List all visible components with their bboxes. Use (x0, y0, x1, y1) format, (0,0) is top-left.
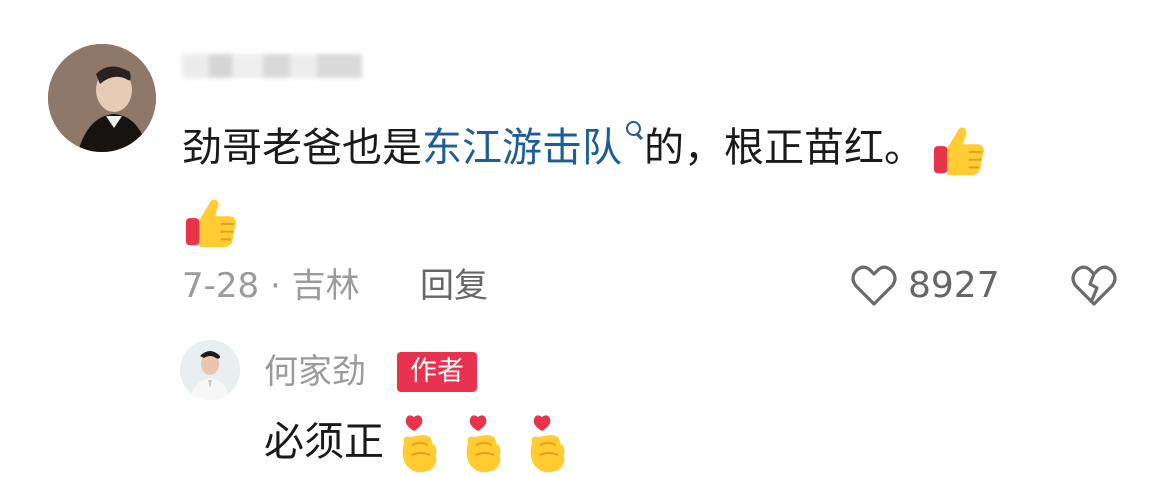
comment-thread: 劲哥老爸也是东江游击队 的，根正苗红。 7-28 · 吉林 回复 8927 何家… (0, 0, 1170, 477)
heart-icon[interactable] (850, 264, 898, 308)
comment-body: 劲哥老爸也是东江游击队 的，根正苗红。 (182, 112, 1122, 256)
heart-hand-icon (520, 413, 576, 475)
heart-hand-icon (392, 413, 448, 475)
author-badge: 作者 (397, 352, 477, 392)
broken-heart-icon[interactable] (1070, 264, 1118, 308)
like-count: 8927 (908, 265, 1000, 306)
search-link[interactable]: 东江游击队 (422, 125, 622, 171)
commenter-username-blurred (182, 54, 362, 78)
reply-body: 必须正 (264, 412, 576, 475)
commenter-avatar[interactable] (48, 44, 156, 152)
thumbs-up-icon (182, 193, 240, 251)
comment-date-location: 7-28 · 吉林 (182, 266, 360, 306)
search-icon[interactable] (624, 120, 644, 140)
author-avatar[interactable] (180, 340, 240, 400)
thumbs-up-icon (930, 121, 988, 179)
heart-hand-icon (456, 413, 512, 475)
reply-button[interactable]: 回复 (420, 262, 488, 310)
reply-username[interactable]: 何家劲 (264, 348, 366, 396)
reply-text: 必须正 (264, 419, 384, 465)
comment-text-start: 劲哥老爸也是 (182, 125, 422, 171)
comment-text-end: 的，根正苗红。 (644, 125, 924, 171)
